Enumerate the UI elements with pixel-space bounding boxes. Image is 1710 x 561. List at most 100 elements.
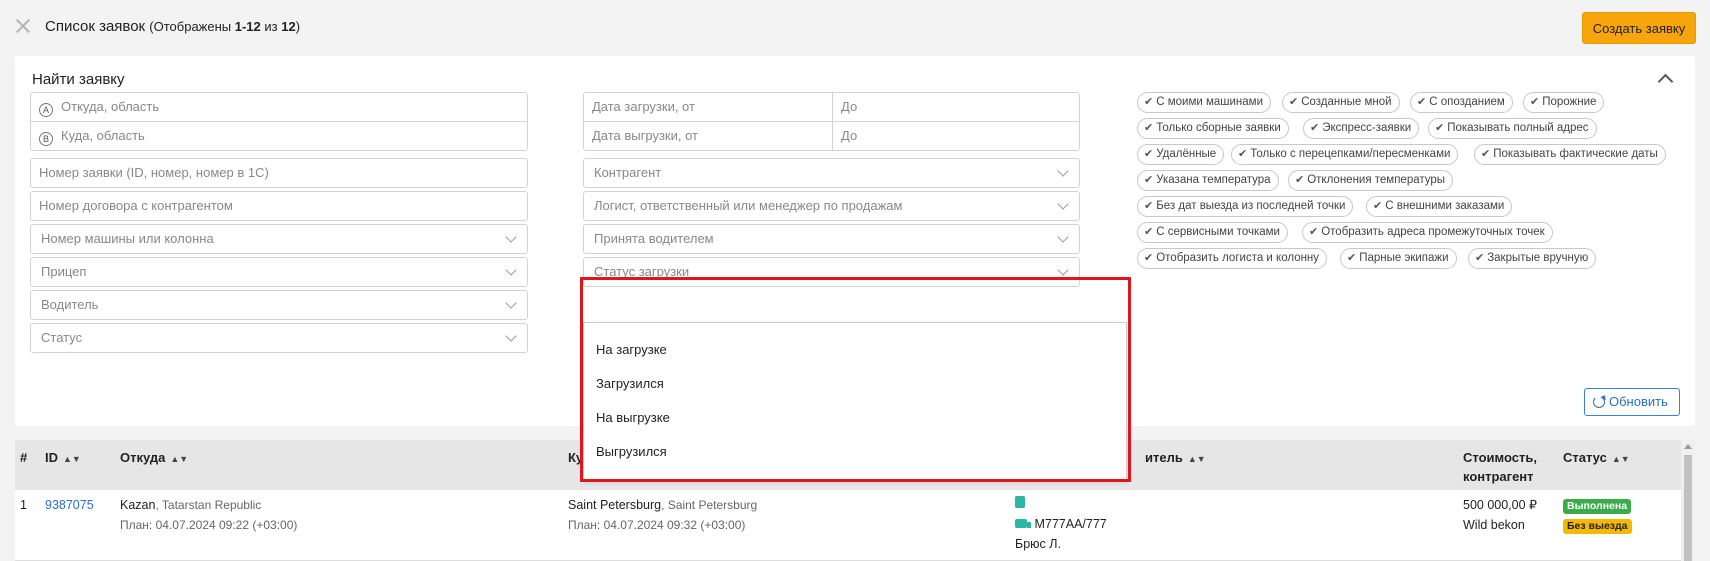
vehicle-select[interactable]: Номер машины или колонна — [30, 224, 528, 254]
check-icon: ✔ — [1475, 252, 1485, 264]
col-id-header[interactable]: ID ▲▼ — [45, 448, 81, 469]
sort-icon: ▲▼ — [1187, 454, 1206, 464]
table-scrollbar[interactable] — [1681, 440, 1695, 561]
check-icon: ✔ — [1435, 122, 1445, 134]
contractor-select[interactable]: Контрагент — [583, 158, 1080, 188]
scroll-up-icon[interactable] — [1684, 444, 1692, 449]
point-b-icon: B — [39, 132, 53, 146]
table-row[interactable]: 1 9387075 Kazan, Tatarstan Republic План… — [15, 490, 1681, 561]
collapse-chevron-icon[interactable] — [1657, 73, 1674, 90]
check-icon: ✔ — [1347, 252, 1357, 264]
tag-created-by-me[interactable]: ✔ Созданные мной — [1282, 92, 1400, 113]
vehicle-cell: M777AA/777 — [1015, 514, 1107, 534]
filter-title: Найти заявку — [32, 71, 125, 88]
tag-service-points[interactable]: ✔ С сервисными точками — [1137, 222, 1288, 243]
tag-temperature-set[interactable]: ✔ Указана температура — [1137, 170, 1279, 191]
tag-late[interactable]: ✔ С опозданием — [1410, 92, 1513, 113]
tag-paired-crews[interactable]: ✔ Парные экипажи — [1340, 248, 1457, 269]
to-region-input[interactable]: B Куда, область — [30, 121, 528, 151]
tag-closed-manually[interactable]: ✔ Закрытые вручную — [1468, 248, 1597, 269]
fuel-icon-cell — [1015, 494, 1025, 514]
check-icon: ✔ — [1373, 200, 1383, 212]
tag-intermediate-addresses[interactable]: ✔ Отобразить адреса промежуточных точек — [1302, 222, 1553, 243]
check-icon: ✔ — [1144, 148, 1154, 160]
logist-select[interactable]: Логист, ответственный или менеджер по пр… — [583, 191, 1080, 221]
col-cost-header: Стоимость, контрагент — [1463, 450, 1537, 484]
status-select[interactable]: Статус — [30, 323, 528, 353]
chevron-down-icon — [1057, 165, 1069, 177]
tag-full-address[interactable]: ✔ Показывать полный адрес — [1428, 118, 1597, 139]
col-status-header[interactable]: Статус ▲▼ — [1563, 448, 1630, 469]
driver-select[interactable]: Водитель — [30, 290, 528, 320]
check-icon: ✔ — [1144, 200, 1154, 212]
tag-deleted[interactable]: ✔ Удалённые — [1137, 144, 1225, 165]
check-icon: ✔ — [1417, 96, 1427, 108]
tag-my-vehicles[interactable]: ✔ С моими машинами — [1137, 92, 1271, 113]
order-number-input[interactable]: Номер заявки (ID, номер, номер в 1С) — [30, 158, 528, 188]
accepted-by-driver-select[interactable]: Принята водителем — [583, 224, 1080, 254]
tag-external-orders[interactable]: ✔ С внешними заказами — [1366, 196, 1513, 217]
col-num-header: # — [20, 450, 28, 465]
tag-empty[interactable]: ✔ Порожние — [1523, 92, 1605, 113]
to-location: Saint Petersburg, Saint Petersburg — [568, 498, 758, 512]
check-icon: ✔ — [1309, 226, 1319, 238]
from-plan-date: План: 04.07.2024 09:22 (+03:00) — [120, 518, 298, 532]
records-count: (Отображены 1-12 из 12) — [149, 19, 301, 34]
check-icon: ✔ — [1238, 148, 1248, 160]
page-title-text: Список заявок — [45, 18, 146, 35]
page-title: Список заявок (Отображены 1-12 из 12) — [45, 18, 300, 35]
tag-actual-dates[interactable]: ✔ Показывать фактические даты — [1474, 144, 1666, 165]
driver-cell: Брюс Л. — [1015, 537, 1061, 551]
check-icon: ✔ — [1310, 122, 1320, 134]
check-icon: ✔ — [1295, 174, 1305, 186]
load-date-from-input[interactable]: Дата загрузки, от — [583, 92, 833, 122]
sort-icon: ▲▼ — [170, 454, 189, 464]
tag-trailer-swaps[interactable]: ✔ Только с перецепками/пересменками — [1231, 144, 1459, 165]
sort-icon: ▲▼ — [63, 454, 81, 464]
tag-show-logist-column[interactable]: ✔ Отобразить логиста и колонну — [1137, 248, 1328, 269]
check-icon: ✔ — [1481, 148, 1491, 160]
tag-consolidated-only[interactable]: ✔ Только сборные заявки — [1137, 118, 1289, 139]
truck-icon — [1015, 519, 1031, 528]
create-order-button[interactable]: Создать заявку — [1582, 12, 1696, 44]
col-driver-header[interactable]: итель ▲▼ — [1145, 448, 1206, 469]
check-icon: ✔ — [1144, 252, 1154, 264]
contractor-cell: Wild bekon — [1463, 518, 1525, 532]
chevron-down-icon — [505, 264, 517, 276]
check-icon: ✔ — [1530, 96, 1540, 108]
chevron-down-icon — [1057, 198, 1069, 210]
cost-cell: 500 000,00 ₽ — [1463, 498, 1537, 512]
scrollbar-thumb[interactable] — [1684, 455, 1692, 561]
top-bar: Список заявок (Отображены 1-12 из 12) Со… — [0, 0, 1710, 55]
no-departure-badge: Без выезда — [1563, 519, 1632, 534]
trailer-select[interactable]: Прицеп — [30, 257, 528, 287]
chevron-down-icon — [505, 231, 517, 243]
order-id-link[interactable]: 9387075 — [45, 495, 94, 515]
tag-temperature-deviations[interactable]: ✔ Отклонения температуры — [1288, 170, 1454, 191]
refresh-icon — [1593, 396, 1605, 408]
tag-express[interactable]: ✔ Экспресс-заявки — [1303, 118, 1420, 139]
contract-number-input[interactable]: Номер договора с контрагентом — [30, 191, 528, 221]
status-badge: Выполнена — [1563, 499, 1632, 514]
close-icon[interactable] — [14, 17, 32, 35]
highlight-frame — [580, 277, 1131, 482]
load-date-to-input[interactable]: До — [832, 92, 1080, 122]
chevron-down-icon — [1057, 264, 1069, 276]
row-num: 1 — [20, 498, 27, 512]
chevron-down-icon — [505, 297, 517, 309]
tag-no-departure-dates[interactable]: ✔ Без дат выезда из последней точки — [1137, 196, 1354, 217]
from-region-input[interactable]: A Откуда, область — [30, 92, 528, 122]
check-icon: ✔ — [1144, 96, 1154, 108]
from-location: Kazan, Tatarstan Republic — [120, 498, 262, 512]
check-icon: ✔ — [1144, 174, 1154, 186]
unload-date-from-input[interactable]: Дата выгрузки, от — [583, 121, 833, 151]
check-icon: ✔ — [1144, 122, 1154, 134]
to-plan-date: План: 04.07.2024 09:32 (+03:00) — [568, 518, 746, 532]
point-a-icon: A — [39, 103, 53, 117]
unload-date-to-input[interactable]: До — [832, 121, 1080, 151]
chevron-down-icon — [505, 330, 517, 342]
check-icon: ✔ — [1144, 226, 1154, 238]
refresh-button[interactable]: Обновить — [1584, 388, 1680, 416]
chevron-down-icon — [1057, 231, 1069, 243]
col-from-header[interactable]: Откуда ▲▼ — [120, 448, 188, 469]
